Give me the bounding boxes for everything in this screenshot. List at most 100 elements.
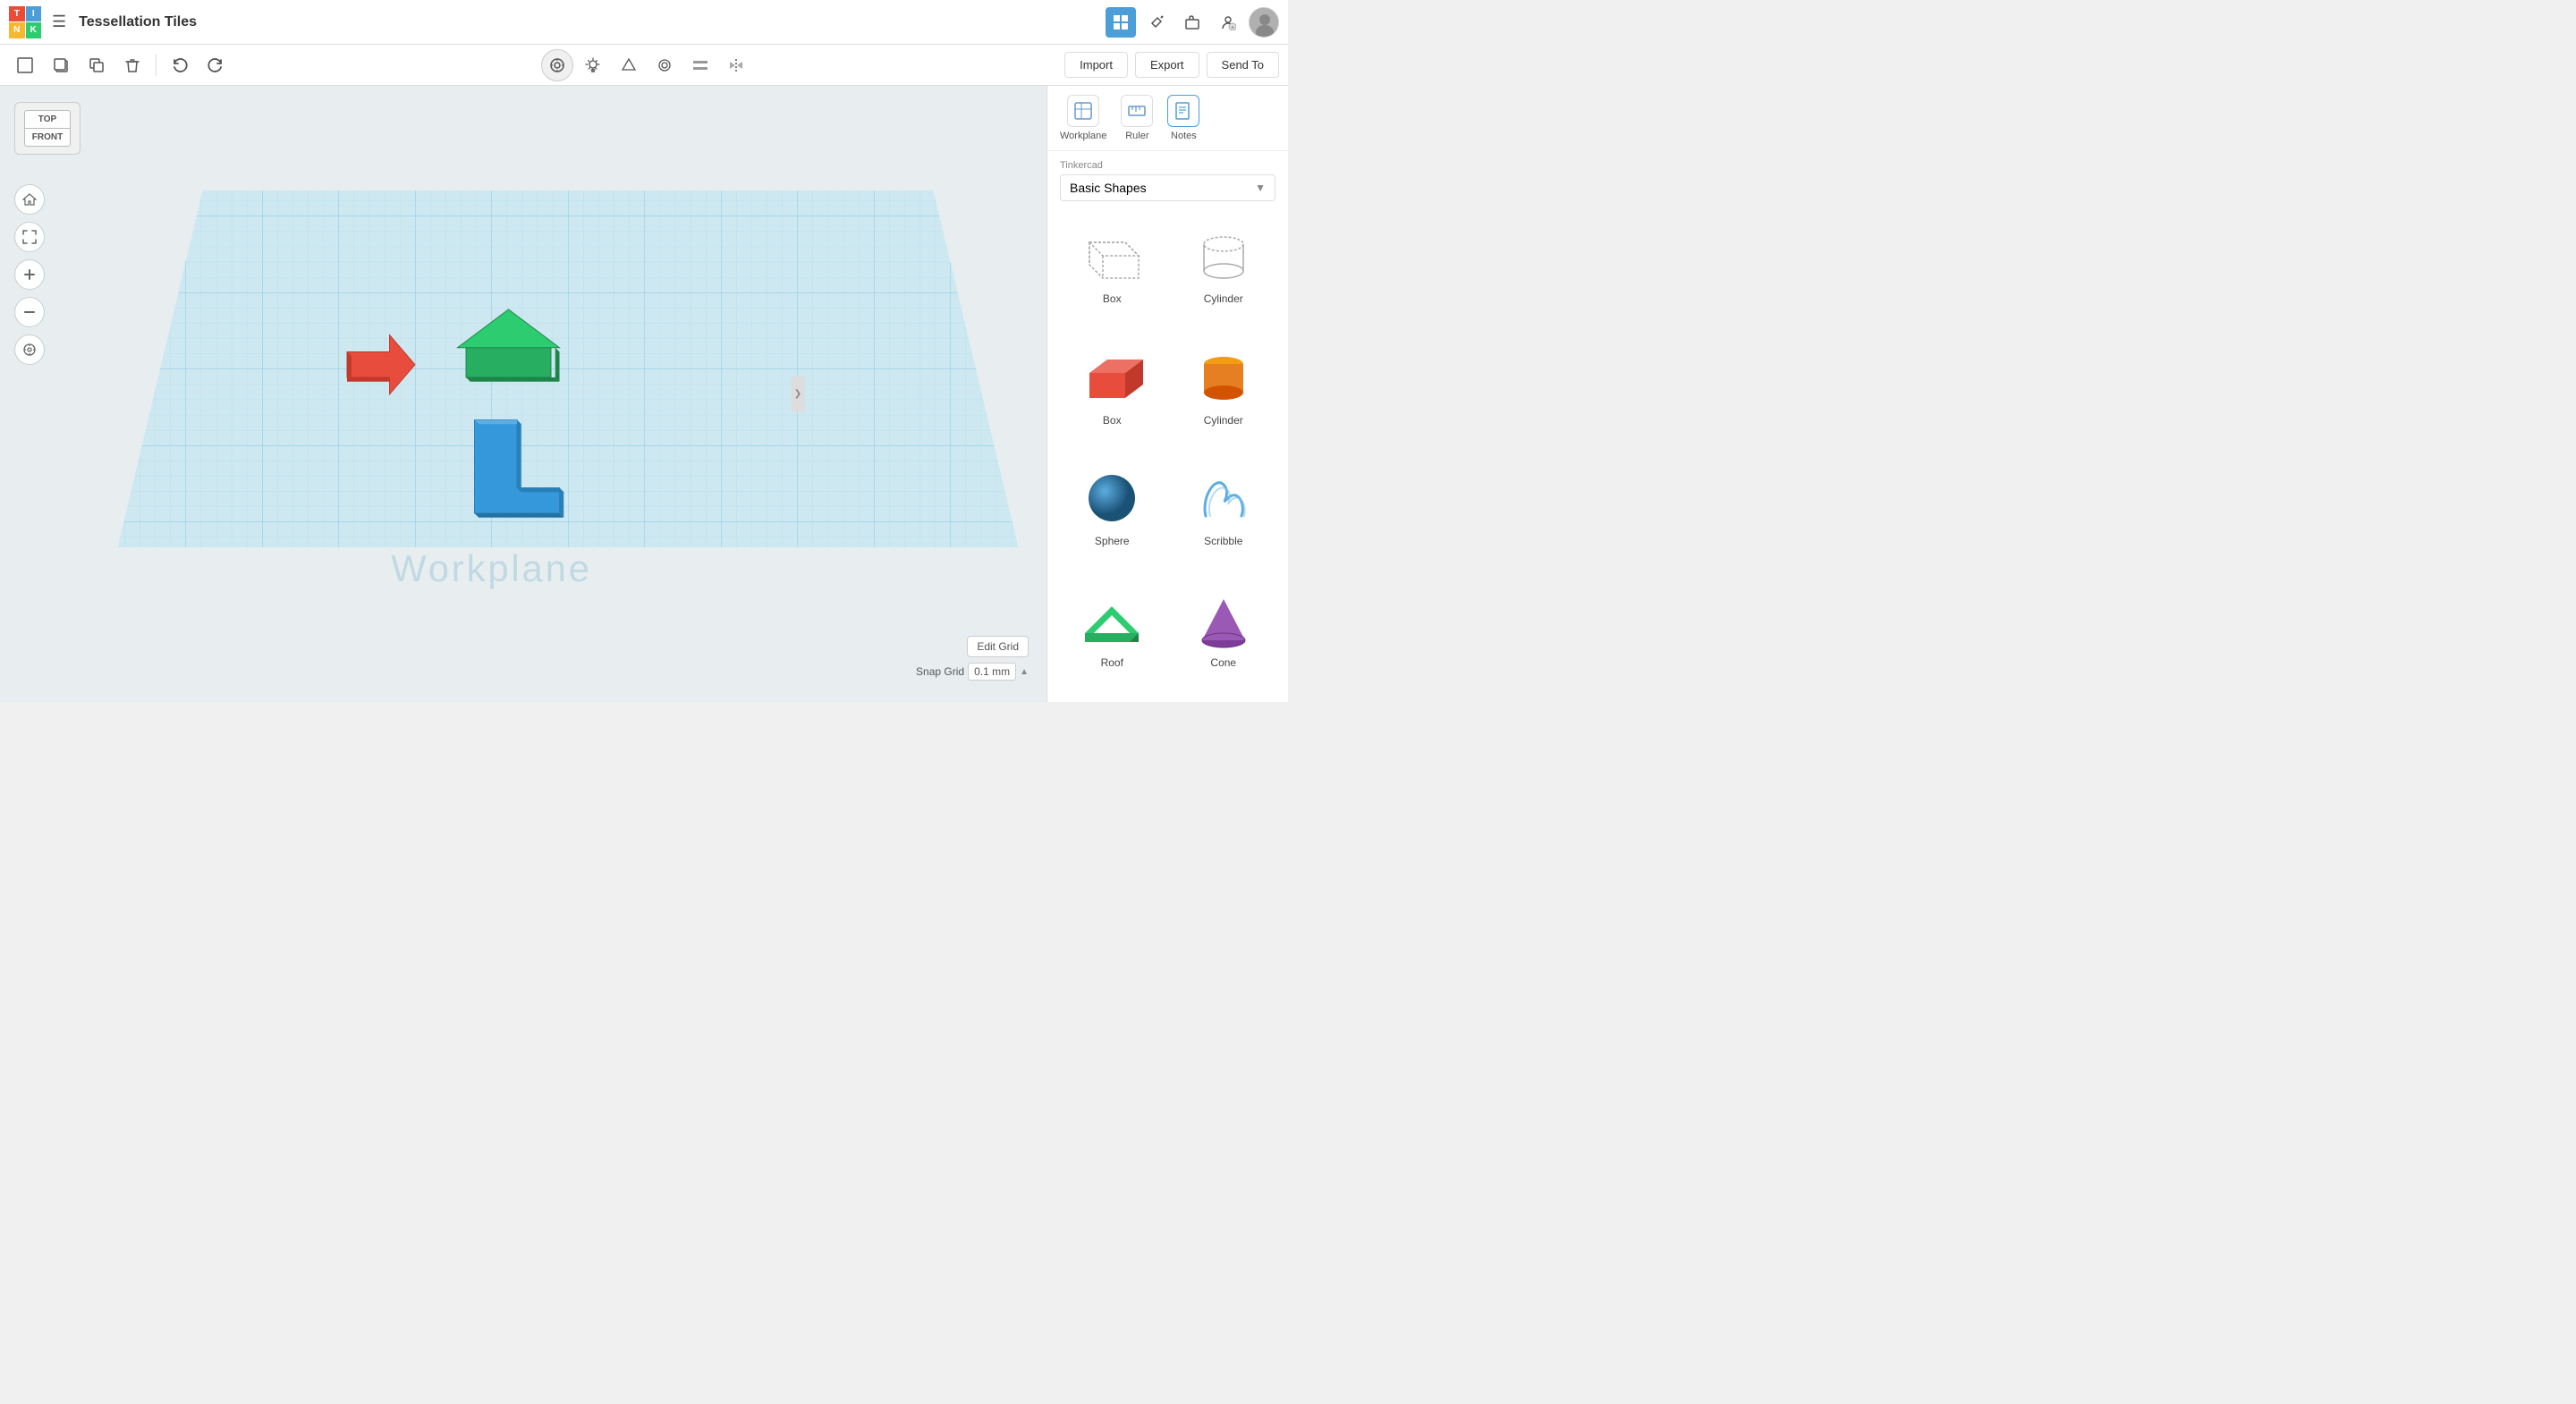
zoom-in-btn[interactable] [14,259,45,290]
hammer-icon [1148,14,1165,30]
logo-t: T [9,6,25,22]
light-btn[interactable] [577,49,609,81]
edit-grid-btn[interactable]: Edit Grid [967,636,1029,657]
workplane-area: Workplane [107,140,1029,666]
left-controls [14,184,45,365]
undo-icon [171,56,189,74]
category-select[interactable]: Basic Shapes ▼ [1060,174,1275,201]
briefcase-view-btn[interactable] [1177,7,1208,38]
workplane-panel-icon [1067,95,1099,127]
shape-item-scribble[interactable]: Scribble [1172,460,1276,574]
cylinder-solid-icon [1188,346,1259,409]
orient-btn[interactable] [14,334,45,365]
snap-grid-arrow[interactable]: ▲ [1020,667,1029,677]
box-outline-icon [1076,224,1148,287]
shape-label-scribble: Scribble [1204,535,1242,547]
design-title: Tessellation Tiles [79,14,1098,30]
duplicate-btn[interactable] [80,49,113,81]
redo-icon [207,56,225,74]
ruler-panel-btn[interactable]: Ruler [1121,95,1153,141]
logo-i: I [26,6,42,22]
new-btn[interactable] [9,49,41,81]
shapes-dropdown: Tinkercad Basic Shapes ▼ [1060,160,1275,201]
fit-view-icon [22,230,37,244]
new-icon [16,56,34,74]
person-icon: + [1220,14,1236,30]
mirror-btn[interactable] [720,49,752,81]
snap-grid-label: Snap Grid [916,665,964,678]
hammer-view-btn[interactable] [1141,7,1172,38]
home-icon [22,192,37,207]
right-panel: Workplane Ruler [1046,86,1288,702]
svg-text:+: + [1231,25,1234,30]
notes-panel-btn[interactable]: Notes [1167,95,1199,141]
shape-item-sphere[interactable]: Sphere [1060,460,1165,574]
notes-panel-icon [1167,95,1199,127]
zoom-in-icon [22,267,37,282]
ruler-panel-icon [1121,95,1153,127]
shape-label-cone: Cone [1210,656,1236,669]
home-btn[interactable] [14,184,45,215]
orient-icon [22,343,37,357]
delete-btn[interactable] [116,49,148,81]
cone-icon [1188,588,1259,651]
dropdown-arrow-icon: ▼ [1255,182,1266,194]
roof-icon [1076,588,1148,651]
copy-icon [52,56,70,74]
redo-btn[interactable] [199,49,232,81]
shape-item-cylinder-orange[interactable]: Cylinder [1172,339,1276,453]
collapse-arrow: ❯ [794,389,801,399]
design-list-icon[interactable]: ☰ [52,13,66,31]
view-cube[interactable]: TOP FRONT [14,102,79,166]
zoom-out-btn[interactable] [14,297,45,327]
avatar-image [1250,8,1279,38]
camera-btn[interactable] [541,49,573,81]
fit-view-btn[interactable] [14,222,45,252]
panel-top-icons: Workplane Ruler [1047,86,1288,151]
light-icon [585,57,601,73]
workplane-panel-btn[interactable]: Workplane [1060,95,1106,141]
zoom-out-icon [22,305,37,319]
right-top-btns: + [1106,7,1279,38]
shape-label-sphere: Sphere [1095,535,1130,547]
shape-item-cylinder-outline[interactable]: Cylinder [1172,217,1276,332]
shape-label-cylinder-orange: Cylinder [1204,414,1243,427]
box-solid-icon [1076,346,1148,409]
align-btn[interactable] [684,49,716,81]
shape-tool-btn[interactable] [613,49,645,81]
shape-label-roof: Roof [1101,656,1123,669]
copy-btn[interactable] [45,49,77,81]
viewport[interactable]: TOP FRONT [0,86,1046,702]
category-brand-label: Tinkercad [1060,160,1275,171]
group-btn[interactable] [648,49,681,81]
category-name: Basic Shapes [1070,181,1147,195]
logo-k: K [26,22,42,38]
notes-panel-label: Notes [1171,131,1197,141]
shape-item-box-outline[interactable]: Box [1060,217,1165,332]
shape-item-cone[interactable]: Cone [1172,581,1276,696]
shape-tool-icon [621,57,637,73]
duplicate-icon [88,56,106,74]
grid-view-btn[interactable] [1106,7,1136,38]
grid-overlay [107,190,1029,556]
shape-label-box-red: Box [1103,414,1122,427]
scribble-icon [1188,467,1259,529]
shape-item-box-red[interactable]: Box [1060,339,1165,453]
main-area: TOP FRONT [0,86,1288,702]
sphere-icon [1076,467,1148,529]
avatar[interactable] [1249,7,1279,38]
send-to-btn[interactable]: Send To [1207,52,1279,78]
align-icon [692,57,708,73]
toolbar-sep-1 [156,55,157,76]
ruler-panel-label: Ruler [1125,131,1148,141]
export-btn[interactable]: Export [1135,52,1199,78]
workplane-panel-label: Workplane [1060,131,1106,141]
undo-btn[interactable] [164,49,196,81]
group-icon [657,57,673,73]
snap-grid-value[interactable]: 0.1 mm [968,663,1016,681]
collapse-panel-handle[interactable]: ❯ [791,376,805,412]
person-view-btn[interactable]: + [1213,7,1243,38]
import-btn[interactable]: Import [1064,52,1128,78]
delete-icon [123,56,141,74]
shape-item-roof[interactable]: Roof [1060,581,1165,696]
